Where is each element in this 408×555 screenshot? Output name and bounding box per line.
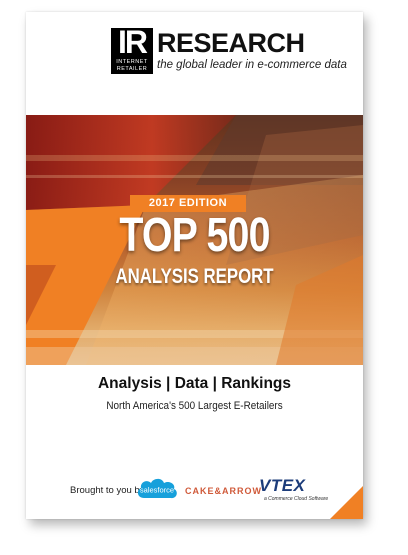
vtex-logo: VTEX [259, 476, 306, 495]
salesforce-logo: salesforce [137, 478, 177, 499]
logo-line-2: RETAILER [116, 66, 148, 72]
vtex-tagline: a Commerce Cloud Software [264, 496, 329, 502]
cover-headline: Analysis | Data | Rankings [97, 375, 292, 392]
report-cover: IR INTERNET RETAILER RESEARCH the global… [26, 12, 363, 519]
cover-subheadline: North America's 500 Largest E-Retailers [106, 400, 283, 412]
logo-line-1: INTERNET [116, 59, 148, 65]
brand-tagline: the global leader in e-commerce data [157, 59, 347, 71]
logo-mark: IR [118, 24, 148, 60]
cake-and-arrow-logo: CAKE&ARROW [185, 486, 262, 496]
internet-retailer-logo: IR INTERNET RETAILER [111, 24, 153, 74]
report-subtitle: ANALYSIS REPORT [115, 265, 274, 288]
sponsor-intro: Brought to you by [70, 485, 145, 496]
corner-accent [330, 486, 363, 519]
report-title: TOP 500 [119, 209, 270, 262]
salesforce-wordmark: salesforce [140, 486, 174, 495]
brand-title: RESEARCH [157, 28, 305, 58]
